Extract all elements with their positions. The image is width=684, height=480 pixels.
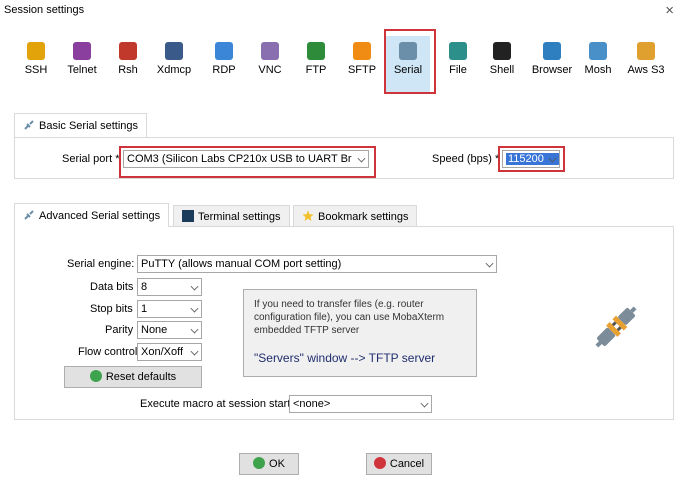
- protocol-vnc[interactable]: VNC: [248, 36, 292, 92]
- macro-select[interactable]: <none>: [289, 395, 432, 413]
- protocol-label: Telnet: [67, 64, 97, 76]
- protocol-label: Mosh: [584, 64, 612, 76]
- tab-bookmark-settings[interactable]: Bookmark settings: [293, 205, 418, 227]
- cancel-label: Cancel: [389, 458, 425, 470]
- protocol-label: FTP: [305, 64, 327, 76]
- chevron-down-icon: [190, 282, 199, 291]
- terminal-icon: [182, 210, 194, 222]
- protocol-ftp[interactable]: FTP: [294, 36, 338, 92]
- chevron-down-icon: [485, 259, 494, 268]
- stop-bits-value: 1: [141, 303, 148, 315]
- flow-control-select[interactable]: Xon/Xoff: [137, 343, 202, 361]
- chevron-down-icon: [420, 399, 429, 408]
- chevron-down-icon: [190, 304, 199, 313]
- cancel-button[interactable]: Cancel: [366, 453, 432, 475]
- tab-terminal-label: Terminal settings: [198, 211, 281, 223]
- protocol-sftp[interactable]: SFTP: [340, 36, 384, 92]
- serial-port-label: Serial port *: [62, 153, 120, 165]
- ok-label: OK: [269, 458, 285, 470]
- data-bits-label: Data bits: [90, 281, 134, 293]
- protocol-label: VNC: [258, 64, 282, 76]
- reset-defaults-label: Reset defaults: [105, 371, 177, 383]
- serial-engine-label: Serial engine:: [67, 258, 135, 270]
- cancel-x-icon: [373, 457, 386, 469]
- ssh-icon: [27, 42, 45, 60]
- rsh-icon: [119, 42, 137, 60]
- protocol-label: Aws S3: [627, 64, 665, 76]
- speed-highlight: [498, 146, 565, 172]
- tftp-servers-link[interactable]: "Servers" window --> TFTP server: [254, 351, 466, 365]
- tftp-info-text: If you need to transfer files (e.g. rout…: [254, 299, 445, 336]
- mosh-icon: [589, 42, 607, 60]
- tab-terminal-settings[interactable]: Terminal settings: [173, 205, 290, 227]
- parity-label: Parity: [105, 324, 134, 336]
- protocol-label: Rsh: [118, 64, 138, 76]
- serial-plug-large-icon: [588, 299, 644, 355]
- star-icon: [302, 208, 314, 221]
- data-bits-select[interactable]: 8: [137, 278, 202, 296]
- macro-value: <none>: [293, 398, 331, 410]
- tab-bookmark-label: Bookmark settings: [318, 211, 409, 223]
- macro-label: Execute macro at session start:: [140, 398, 294, 410]
- serial-engine-value: PuTTY (allows manual COM port setting): [141, 258, 342, 270]
- window-title: Session settings: [4, 4, 85, 16]
- protocol-label: SFTP: [347, 64, 377, 76]
- serial-plug-icon: [23, 206, 35, 220]
- browser-globe-icon: [543, 42, 561, 60]
- serial-engine-select[interactable]: PuTTY (allows manual COM port setting): [137, 255, 497, 273]
- protocol-browser[interactable]: Browser: [530, 36, 574, 92]
- protocol-label: Shell: [489, 64, 515, 76]
- protocol-label: SSH: [24, 64, 48, 76]
- protocol-ssh[interactable]: SSH: [14, 36, 58, 92]
- protocol-mosh[interactable]: Mosh: [576, 36, 620, 92]
- protocol-label: Browser: [531, 64, 573, 76]
- aws-s3-icon: [637, 42, 655, 60]
- ok-button[interactable]: OK: [239, 453, 299, 475]
- serial-plug-icon: [23, 116, 35, 130]
- reset-defaults-button[interactable]: Reset defaults: [64, 366, 202, 388]
- protocol-toolbar: SSH Telnet Rsh Xdmcp RDP VNC FTP SFTP Serial File…: [14, 36, 674, 92]
- title-bar: Session settings ×: [0, 0, 684, 22]
- protocol-file[interactable]: File: [436, 36, 480, 92]
- check-icon: [253, 457, 266, 469]
- close-icon[interactable]: ×: [665, 2, 674, 19]
- protocol-rdp[interactable]: RDP: [202, 36, 246, 92]
- parity-select[interactable]: None: [137, 321, 202, 339]
- protocol-label: Xdmcp: [156, 64, 192, 76]
- sftp-icon: [353, 42, 371, 60]
- flow-control-label: Flow control: [78, 346, 138, 358]
- protocol-telnet[interactable]: Telnet: [60, 36, 104, 92]
- tab-advanced-label: Advanced Serial settings: [39, 210, 161, 222]
- stop-bits-label: Stop bits: [90, 303, 133, 315]
- xdmcp-icon: [165, 42, 183, 60]
- protocol-label: RDP: [212, 64, 236, 76]
- data-bits-value: 8: [141, 281, 148, 293]
- tab-advanced-serial-settings[interactable]: Advanced Serial settings: [14, 203, 170, 227]
- reset-icon: [89, 370, 102, 382]
- parity-value: None: [141, 324, 168, 336]
- protocol-label: File: [449, 64, 467, 76]
- protocol-aws-s3[interactable]: Aws S3: [624, 36, 668, 92]
- stop-bits-select[interactable]: 1: [137, 300, 202, 318]
- protocol-rsh[interactable]: Rsh: [106, 36, 150, 92]
- shell-icon: [493, 42, 511, 60]
- telnet-icon: [73, 42, 91, 60]
- tftp-info-box: If you need to transfer files (e.g. rout…: [243, 289, 477, 377]
- tab-basic-serial-settings[interactable]: Basic Serial settings: [14, 113, 148, 138]
- speed-label: Speed (bps) *: [432, 153, 500, 165]
- serial-selection-highlight: [384, 29, 436, 94]
- protocol-shell[interactable]: Shell: [480, 36, 524, 92]
- tab-basic-label: Basic Serial settings: [39, 120, 139, 132]
- chevron-down-icon: [190, 325, 199, 334]
- file-icon: [449, 42, 467, 60]
- vnc-icon: [261, 42, 279, 60]
- protocol-xdmcp[interactable]: Xdmcp: [152, 36, 196, 92]
- rdp-icon: [215, 42, 233, 60]
- serial-port-highlight: [119, 146, 376, 178]
- ftp-icon: [307, 42, 325, 60]
